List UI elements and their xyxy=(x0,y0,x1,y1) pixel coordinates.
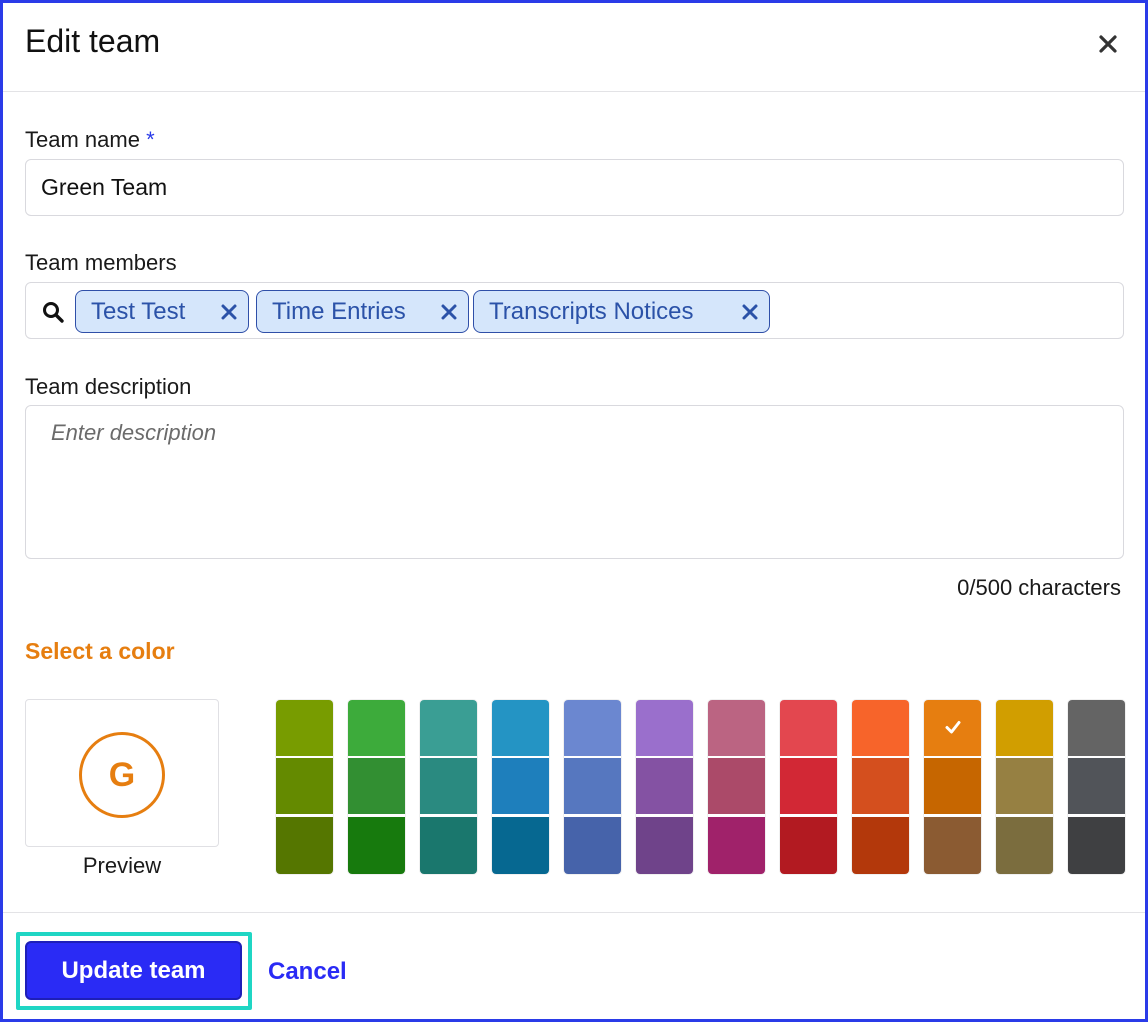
color-swatch-column xyxy=(276,700,333,874)
color-swatch[interactable] xyxy=(348,817,405,874)
member-chip: Time Entries xyxy=(256,290,469,333)
member-chip: Test Test xyxy=(75,290,249,333)
character-counter: 0/500 characters xyxy=(957,575,1121,600)
color-swatch[interactable] xyxy=(276,700,333,756)
color-swatch[interactable] xyxy=(420,817,477,874)
remove-icon[interactable] xyxy=(440,303,458,321)
close-button[interactable] xyxy=(1093,29,1123,59)
edit-team-dialog: Edit team Team name * Green Team Team me… xyxy=(0,0,1148,1022)
dialog-title: Edit team xyxy=(25,23,161,59)
team-members-input[interactable]: Test Test Time Entries Transcripts Notic… xyxy=(25,282,1124,339)
color-swatch[interactable] xyxy=(492,817,549,874)
member-chip-label: Transcripts Notices xyxy=(489,297,694,325)
color-swatch[interactable] xyxy=(1068,817,1125,874)
color-swatch-column xyxy=(348,700,405,874)
member-chip-label: Test Test xyxy=(91,297,186,325)
color-swatch-column xyxy=(492,700,549,874)
remove-icon[interactable] xyxy=(220,303,238,321)
color-swatch[interactable] xyxy=(564,700,621,756)
color-swatch-column xyxy=(852,700,909,874)
color-swatch[interactable] xyxy=(852,700,909,756)
color-swatch[interactable] xyxy=(636,758,693,814)
color-swatch-column xyxy=(924,700,981,874)
team-description-textarea[interactable]: Enter description xyxy=(25,405,1124,559)
color-swatch-column xyxy=(780,700,837,874)
preview-avatar: G xyxy=(79,732,165,818)
color-swatch[interactable] xyxy=(924,700,981,756)
color-swatch-column xyxy=(420,700,477,874)
color-swatch[interactable] xyxy=(492,758,549,814)
color-swatch[interactable] xyxy=(420,758,477,814)
color-swatch[interactable] xyxy=(852,817,909,874)
color-swatch[interactable] xyxy=(780,700,837,756)
description-placeholder: Enter description xyxy=(51,420,217,445)
color-swatch[interactable] xyxy=(924,817,981,874)
cancel-button[interactable]: Cancel xyxy=(268,958,347,986)
color-swatch-column xyxy=(996,700,1053,874)
color-swatch[interactable] xyxy=(636,700,693,756)
color-swatch-column xyxy=(636,700,693,874)
check-icon xyxy=(945,721,961,734)
dialog-header: Edit team xyxy=(3,3,1145,92)
team-name-label: Team name * xyxy=(25,127,155,153)
color-swatch[interactable] xyxy=(996,817,1053,874)
color-swatch[interactable] xyxy=(780,758,837,814)
color-swatch[interactable] xyxy=(996,700,1053,756)
team-name-value: Green Team xyxy=(41,174,168,200)
color-swatch[interactable] xyxy=(276,817,333,874)
team-members-label: Team members xyxy=(25,250,177,275)
color-swatch[interactable] xyxy=(420,700,477,756)
color-swatch[interactable] xyxy=(1068,700,1125,756)
team-name-input[interactable]: Green Team xyxy=(25,159,1124,216)
color-swatch[interactable] xyxy=(1068,758,1125,814)
team-description-label: Team description xyxy=(25,374,192,399)
member-chip-label: Time Entries xyxy=(272,297,406,325)
color-swatch[interactable] xyxy=(636,817,693,874)
color-swatch-column xyxy=(564,700,621,874)
search-icon xyxy=(43,302,64,323)
color-swatch[interactable] xyxy=(348,700,405,756)
color-swatch[interactable] xyxy=(348,758,405,814)
color-swatch[interactable] xyxy=(492,700,549,756)
color-swatch[interactable] xyxy=(564,758,621,814)
color-swatch[interactable] xyxy=(780,817,837,874)
select-color-heading: Select a color xyxy=(25,638,175,664)
color-swatch[interactable] xyxy=(564,817,621,874)
required-mark: * xyxy=(146,127,155,152)
color-swatch-column xyxy=(708,700,765,874)
color-swatch-column xyxy=(1068,700,1125,874)
close-icon xyxy=(1099,35,1117,53)
color-swatch[interactable] xyxy=(708,817,765,874)
color-swatch[interactable] xyxy=(924,758,981,814)
color-swatch[interactable] xyxy=(852,758,909,814)
team-name-label-text: Team name xyxy=(25,127,140,152)
color-preview: G xyxy=(25,699,219,847)
remove-icon[interactable] xyxy=(741,303,759,321)
color-swatch[interactable] xyxy=(708,758,765,814)
color-swatch[interactable] xyxy=(996,758,1053,814)
color-swatch[interactable] xyxy=(708,700,765,756)
preview-label: Preview xyxy=(82,853,162,878)
update-team-button[interactable]: Update team xyxy=(25,941,242,1000)
color-swatch[interactable] xyxy=(276,758,333,814)
member-chip: Transcripts Notices xyxy=(473,290,770,333)
